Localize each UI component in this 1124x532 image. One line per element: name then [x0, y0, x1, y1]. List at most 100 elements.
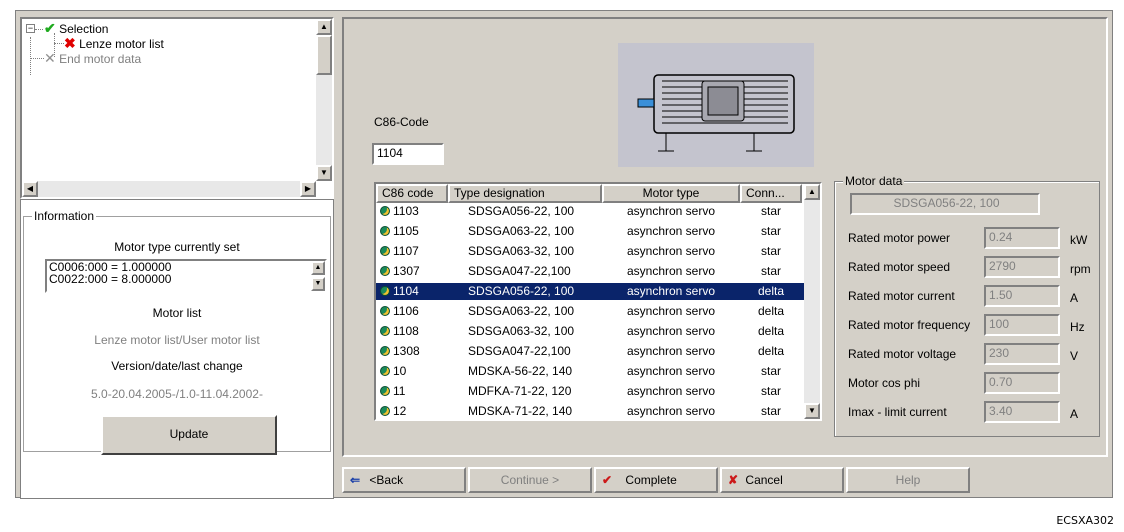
c86-code-input[interactable]: 1104 [372, 143, 444, 165]
table-row[interactable]: 10 MDSKA-56-22, 140 asynchron servo star [376, 363, 804, 380]
c86-code-label: C86-Code [374, 115, 429, 129]
table-row[interactable]: 1105 SDSGA063-22, 100 asynchron servo star [376, 223, 804, 240]
cell-connection: delta [757, 344, 785, 358]
tree-vertical-scrollbar[interactable]: ▲ ▼ [316, 19, 332, 181]
check-icon: ✔ [44, 20, 56, 36]
motor-drawing-icon [637, 74, 795, 152]
table-vertical-scrollbar[interactable]: ▲ ▼ [804, 184, 820, 419]
cell-type-designation: SDSGA063-32, 100 [468, 324, 575, 338]
table-header: C86 code Type designation Motor type Con… [376, 184, 802, 203]
table-row[interactable]: 11 MDFKA-71-22, 120 asynchron servo star [376, 383, 804, 400]
motor-status-icon [380, 366, 390, 376]
back-button[interactable]: ⇐ <Back [342, 467, 466, 493]
update-button[interactable]: Update [101, 415, 277, 455]
scroll-up-icon[interactable]: ▲ [804, 184, 820, 200]
tree-item-end-motor-data[interactable]: ✕ End motor data [44, 50, 141, 66]
scroll-right-icon[interactable]: ▶ [300, 181, 316, 197]
motor-field-unit: Hz [1070, 320, 1085, 334]
cell-motor-type: asynchron servo [626, 364, 716, 378]
cell-motor-type: asynchron servo [626, 404, 716, 418]
motor-status-icon [380, 246, 390, 256]
motor-type-title: Motor type currently set [114, 240, 240, 254]
motor-list-table[interactable]: C86 code Type designation Motor type Con… [374, 182, 822, 421]
motor-field-unit: rpm [1070, 262, 1091, 276]
cancel-button-label: Cancel [745, 473, 783, 487]
code-listbox[interactable]: C0006:000 = 1.000000 C0022:000 = 8.00000… [45, 259, 327, 293]
column-header-c86-code[interactable]: C86 code [376, 184, 448, 203]
tree-line [54, 43, 64, 44]
table-row[interactable]: 1103 SDSGA056-22, 100 asynchron servo star [376, 203, 804, 220]
scroll-down-icon[interactable]: ▼ [804, 403, 820, 419]
scroll-down-icon[interactable]: ▼ [311, 277, 325, 291]
cell-text: 1106 [393, 304, 419, 318]
table-row[interactable]: 1108 SDSGA063-32, 100 asynchron servo delta [376, 323, 804, 340]
motor-field-value: 3.40 [984, 401, 1060, 423]
cell-type-designation: MDSKA-56-22, 140 [468, 364, 573, 378]
tree-horizontal-scrollbar[interactable]: ◀ ▶ [22, 181, 316, 197]
wizard-button-bar: ⇐ <Back Continue > ✔ Complete ✘ Cancel H… [342, 467, 1108, 495]
scroll-down-icon[interactable]: ▼ [316, 165, 332, 181]
tree-item-selection[interactable]: ✔ Selection [44, 20, 108, 36]
cross-icon: ✕ [44, 50, 56, 66]
motor-data-group: Motor data [834, 174, 1100, 437]
motor-status-icon [380, 206, 390, 216]
help-button[interactable]: Help [846, 467, 970, 493]
cell-c86-code: 12 [376, 403, 448, 419]
tree-item-label: Selection [59, 22, 109, 36]
cell-text: 1308 [393, 344, 420, 358]
cell-connection: delta [757, 284, 785, 298]
column-header-motor-type[interactable]: Motor type [602, 184, 740, 203]
motor-field-unit: A [1070, 291, 1079, 305]
cell-c86-code: 1107 [376, 243, 448, 260]
motor-status-icon [380, 266, 390, 276]
cell-connection: star [760, 364, 781, 378]
motor-field-label: Imax - limit current [848, 405, 947, 419]
version-value: 5.0-20.04.2005-/1.0-11.04.2002- [91, 387, 263, 401]
tree-item-label: Lenze motor list [79, 37, 164, 51]
cell-connection: star [760, 204, 781, 218]
cancel-button[interactable]: ✘ Cancel [720, 467, 844, 493]
scroll-thumb[interactable] [316, 35, 332, 75]
cell-text: 1104 [393, 284, 419, 298]
motor-status-icon [380, 346, 390, 356]
cell-motor-type: asynchron servo [626, 204, 716, 218]
cell-connection: delta [757, 324, 785, 338]
collapse-icon[interactable]: − [26, 24, 35, 33]
complete-button[interactable]: ✔ Complete [594, 467, 718, 493]
motor-field-unit: kW [1070, 233, 1088, 247]
motor-status-icon [380, 226, 390, 236]
cell-c86-code: 1104 [376, 283, 448, 300]
motor-selection-pane: C86-Code 1104 C86 code Type designation … [342, 17, 1108, 457]
cell-text: 1107 [393, 244, 419, 258]
cell-text: 1103 [393, 204, 419, 218]
back-button-label: <Back [369, 473, 404, 487]
scroll-up-icon[interactable]: ▲ [316, 19, 332, 35]
motor-list-title: Motor list [152, 306, 202, 320]
cell-type-designation: SDSGA056-22, 100 [468, 204, 575, 218]
column-header-type-designation[interactable]: Type designation [448, 184, 602, 203]
table-row[interactable]: 1106 SDSGA063-22, 100 asynchron servo delta [376, 303, 804, 320]
table-row[interactable]: 12 MDSKA-71-22, 140 asynchron servo star [376, 403, 804, 419]
motor-field-value: 1.50 [984, 285, 1060, 307]
cell-text: 11 [393, 384, 406, 398]
cell-type-designation: SDSGA047-22,100 [468, 344, 571, 358]
motor-field-unit: A [1070, 407, 1079, 421]
cell-c86-code: 1106 [376, 303, 448, 320]
table-row[interactable]: 1308 SDSGA047-22,100 asynchron servo delta [376, 343, 804, 360]
column-header-connection[interactable]: Conn... [740, 184, 802, 203]
step-tree: − ✔ Selection ✖ Lenze motor list ✕ End m… [20, 17, 334, 199]
motor-field-value: 0.24 [984, 227, 1060, 249]
cell-connection: star [760, 264, 781, 278]
table-row[interactable]: 1107 SDSGA063-32, 100 asynchron servo star [376, 243, 804, 260]
table-row[interactable]: 1104 SDSGA056-22, 100 asynchron servo delta [376, 283, 804, 300]
motor-name-field: SDSGA056-22, 100 [850, 193, 1040, 215]
motor-field-value: 100 [984, 314, 1060, 336]
tree-item-label: End motor data [59, 52, 142, 66]
scroll-left-icon[interactable]: ◀ [22, 181, 38, 197]
scroll-up-icon[interactable]: ▲ [311, 261, 325, 275]
table-row[interactable]: 1307 SDSGA047-22,100 asynchron servo star [376, 263, 804, 280]
continue-button[interactable]: Continue > [468, 467, 592, 493]
cell-motor-type: asynchron servo [626, 284, 716, 298]
complete-button-label: Complete [625, 473, 677, 487]
tree-item-lenze-motor-list[interactable]: ✖ Lenze motor list [64, 35, 164, 51]
